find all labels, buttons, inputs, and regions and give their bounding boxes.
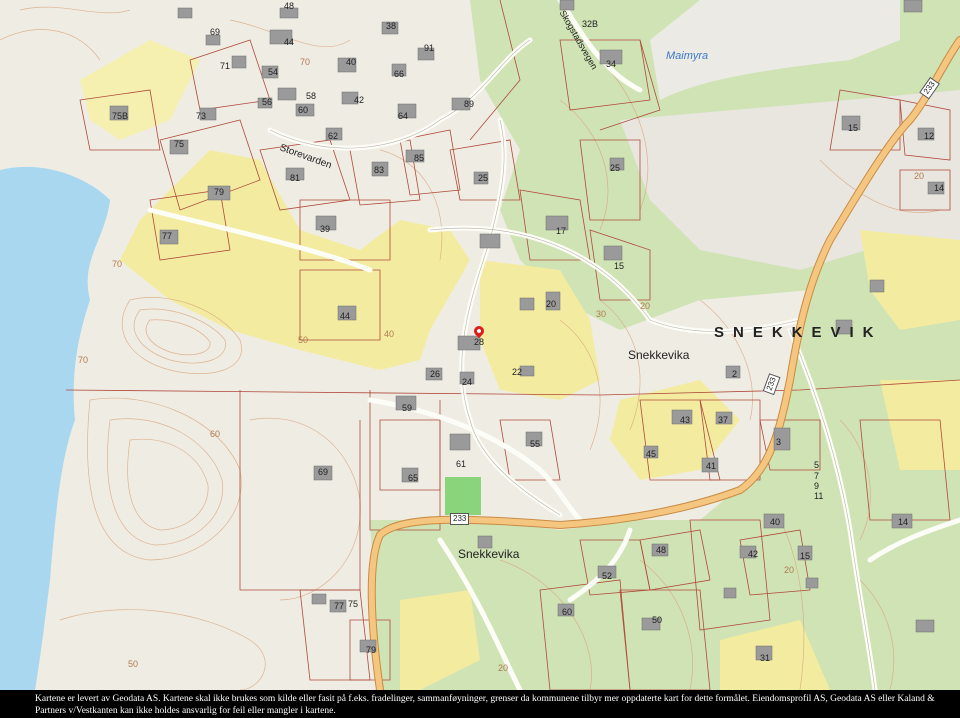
house-number: 44: [284, 37, 295, 47]
contour-label: 40: [384, 329, 395, 339]
contour-label: 70: [78, 355, 89, 365]
house-number: 11: [814, 491, 824, 501]
house-number: 85: [414, 153, 425, 163]
map-disclaimer-footer: Kartene er levert av Geodata AS. Kartene…: [0, 690, 960, 718]
house-number: 5: [814, 460, 820, 470]
house-number: 45: [646, 449, 657, 459]
house-number: 77: [334, 601, 345, 611]
house-number: 79: [214, 187, 225, 197]
house-number: 3: [776, 437, 782, 447]
house-number: 34: [606, 59, 617, 69]
house-number: 32B: [582, 19, 599, 29]
contour-label: 20: [498, 663, 509, 673]
place-name-snekkevika-south: Snekkevika: [458, 547, 520, 561]
house-number: 20: [546, 299, 557, 309]
house-number: 73: [196, 111, 207, 121]
house-number: 40: [770, 517, 781, 527]
house-number: 9: [814, 481, 820, 491]
house-number: 54: [268, 67, 279, 77]
open-land-northwest: [80, 40, 200, 140]
sea-water: [0, 166, 110, 690]
road-number-shield: 233: [450, 513, 470, 525]
house-number: 37: [718, 415, 729, 425]
house-number: 2: [732, 369, 738, 379]
contour-label: 50: [298, 335, 309, 345]
house-number: 81: [290, 173, 301, 183]
house-number: 55: [530, 439, 541, 449]
house-number: 48: [656, 545, 667, 555]
region-name-snekkevik: SNEKKEVIK: [714, 324, 883, 341]
house-number: 26: [430, 369, 441, 379]
house-number: 44: [340, 311, 351, 321]
house-number: 31: [760, 653, 771, 663]
map-canvas[interactable]: 233 233 233 Storevarden Skogstadsvegen S…: [0, 0, 960, 690]
house-number: 52: [602, 571, 613, 581]
house-number: 42: [354, 95, 365, 105]
house-number: 14: [934, 183, 945, 193]
house-number: 41: [706, 461, 717, 471]
house-number: 28: [474, 337, 485, 347]
disclaimer-text: Kartene er levert av Geodata AS. Kartene…: [35, 694, 935, 716]
place-name-snekkevika-east: Snekkevika: [628, 348, 690, 362]
house-number: 15: [848, 123, 859, 133]
house-number: 39: [320, 224, 331, 234]
house-number: 69: [318, 467, 329, 477]
house-number: 56: [262, 97, 273, 107]
house-number: 64: [398, 111, 409, 121]
house-number: 77: [162, 231, 173, 241]
house-number: 79: [366, 645, 377, 655]
house-number: 14: [898, 517, 909, 527]
house-number: 17: [556, 226, 567, 236]
contour-label: 70: [300, 57, 311, 67]
house-number: 62: [328, 131, 339, 141]
house-number: 25: [478, 173, 489, 183]
house-number: 7: [814, 471, 820, 481]
contour-label: 50: [128, 659, 139, 669]
house-number: 50: [652, 615, 663, 625]
house-number: 25: [610, 163, 621, 173]
house-number: 91: [424, 43, 435, 53]
house-number: 65: [408, 473, 419, 483]
house-number: 12: [924, 131, 935, 141]
house-number: 59: [402, 403, 413, 413]
house-number: 83: [374, 165, 385, 175]
contour-label: 60: [210, 429, 221, 439]
house-number: 24: [462, 377, 473, 387]
house-number: 60: [562, 607, 573, 617]
contour-label: 20: [640, 301, 651, 311]
house-number: 15: [800, 551, 811, 561]
house-number: 42: [748, 549, 759, 559]
house-number: 38: [386, 21, 397, 31]
contour-label: 30: [596, 309, 607, 319]
house-number: 43: [680, 415, 691, 425]
sports-field: [445, 477, 481, 515]
house-number: 15: [614, 261, 625, 271]
house-number: 40: [346, 57, 357, 67]
house-number: 48: [284, 1, 295, 11]
house-number: 69: [210, 27, 221, 37]
house-number: 75B: [112, 111, 129, 121]
house-number: 75: [348, 599, 359, 609]
house-number: 71: [220, 61, 231, 71]
contour-label: 70: [112, 259, 123, 269]
contour-label: 20: [784, 565, 795, 575]
house-number: 58: [306, 91, 317, 101]
contour-label: 20: [914, 171, 925, 181]
house-number: 61: [456, 459, 467, 469]
open-land-southeast: [610, 380, 740, 480]
house-number: 22: [512, 367, 523, 377]
house-number: 89: [464, 99, 475, 109]
house-number: 60: [298, 105, 309, 115]
water-name-maimyra: Maimyra: [666, 50, 709, 62]
house-number: 66: [394, 69, 405, 79]
house-number: 75: [174, 139, 185, 149]
